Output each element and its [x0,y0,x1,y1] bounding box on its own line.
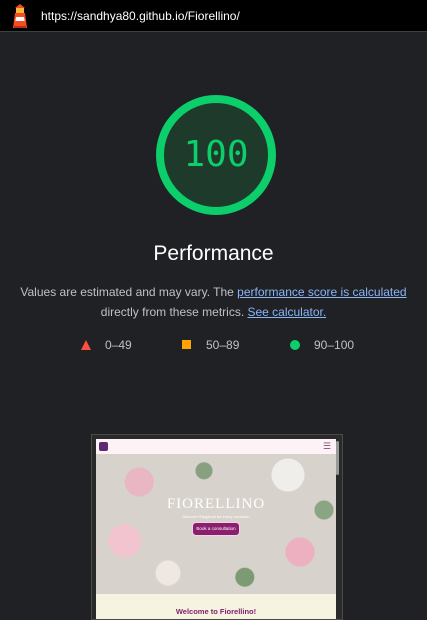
score-value: 100 [183,134,249,175]
legend-label: 0–49 [105,338,132,352]
site-tagline: Discover Elegance for every occasion [182,514,250,519]
page-url[interactable]: https://sandhya80.github.io/Fiorellino/ [41,9,240,23]
pass-circle-icon [290,340,300,350]
site-navbar: ☰ [96,439,336,454]
fail-triangle-icon [81,340,91,350]
top-bar: https://sandhya80.github.io/Fiorellino/ [0,0,427,32]
score-description: Values are estimated and may vary. The p… [16,282,411,322]
hamburger-icon: ☰ [322,441,331,451]
screenshot-scrollbar [336,441,339,475]
site-welcome-section: Welcome to Fiorellino! [96,594,336,619]
site-logo [99,442,108,451]
score-calculated-link[interactable]: performance score is calculated [237,285,406,299]
see-calculator-link[interactable]: See calculator. [247,305,326,319]
legend-label: 90–100 [314,338,355,352]
site-welcome-heading: Welcome to Fiorellino! [175,607,257,616]
consultation-button: Book a consultation [192,522,240,536]
description-text-2: directly from these metrics. [100,305,248,319]
final-screenshot[interactable]: ☰ FIORELLINO Discover Elegance for every… [91,434,343,620]
score-legend: 0–49 50–89 90–100 [0,337,427,353]
average-square-icon [182,340,191,349]
lighthouse-icon [13,4,27,28]
site-title: FIORELLINO [166,496,266,512]
performance-score-gauge[interactable]: 100 [155,94,277,216]
legend-label: 50–89 [206,338,240,352]
description-text-1: Values are estimated and may vary. The [20,285,238,299]
category-title: Performance [153,242,274,265]
site-hero: FIORELLINO Discover Elegance for every o… [96,454,336,594]
